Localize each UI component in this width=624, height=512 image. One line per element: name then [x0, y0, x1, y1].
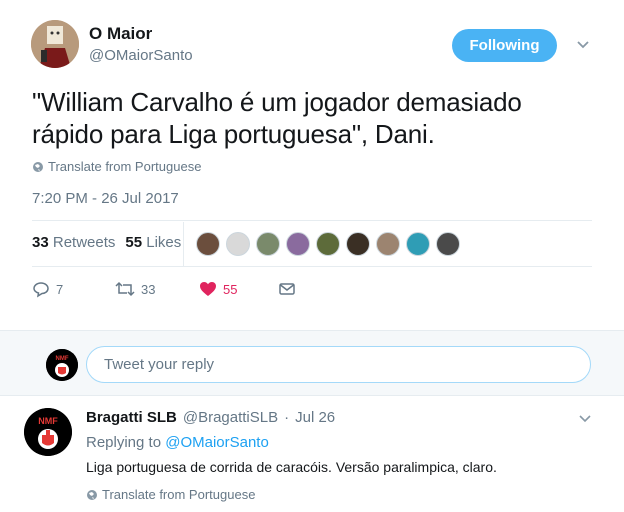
replying-to-link[interactable]: @OMaiorSanto — [165, 434, 269, 451]
retweets-stat[interactable]: 33 Retweets — [32, 234, 115, 251]
reply-composer: NMF Tweet your reply — [0, 330, 624, 396]
liker-avatar[interactable] — [286, 232, 310, 256]
translate-link[interactable]: Translate from Portuguese — [32, 159, 201, 174]
globe-icon — [33, 161, 43, 172]
current-user-avatar[interactable]: NMF — [46, 349, 78, 381]
retweet-action[interactable]: 33 — [115, 280, 199, 298]
reply-input[interactable]: Tweet your reply — [86, 346, 591, 383]
reply-author-avatar[interactable]: NMF — [24, 408, 72, 456]
svg-text:NMF: NMF — [56, 356, 69, 362]
reply-header: Bragatti SLB @BragattiSLB · Jul 26 — [86, 409, 335, 426]
user-avatar[interactable] — [31, 20, 79, 68]
globe-icon — [87, 489, 97, 500]
translate-label[interactable]: Translate from Portuguese — [48, 159, 201, 174]
likes-stat[interactable]: 55 Likes — [125, 234, 181, 251]
avatar-image-icon — [31, 20, 79, 68]
liker-avatar[interactable] — [226, 232, 250, 256]
replying-to: Replying to @OMaiorSanto — [86, 434, 269, 451]
benfica-logo-icon: NMF — [24, 408, 72, 456]
like-count: 55 — [223, 281, 238, 297]
benfica-logo-icon: NMF — [46, 349, 78, 381]
message-action[interactable] — [278, 280, 296, 298]
chevron-down-icon[interactable] — [574, 36, 592, 54]
reply-author-handle[interactable]: @BragattiSLB — [183, 409, 278, 426]
retweet-icon — [115, 281, 135, 297]
reply-date-separator: · — [284, 409, 290, 426]
reply-text: Liga portuguesa de corrida de caracóis. … — [86, 459, 497, 475]
divider — [32, 266, 592, 267]
reply-translate-link[interactable]: Translate from Portuguese — [86, 487, 255, 502]
reply-action[interactable]: 7 — [32, 280, 115, 298]
following-button[interactable]: Following — [452, 29, 557, 62]
likers-list — [196, 232, 460, 256]
chevron-down-icon[interactable] — [577, 411, 593, 427]
liker-avatar[interactable] — [436, 232, 460, 256]
liker-avatar[interactable] — [376, 232, 400, 256]
tweet-timestamp[interactable]: 7:20 PM - 26 Jul 2017 — [32, 190, 179, 207]
heart-icon — [200, 282, 216, 296]
liker-avatar[interactable] — [346, 232, 370, 256]
retweet-count: 33 — [141, 281, 156, 297]
liker-avatar[interactable] — [256, 232, 280, 256]
author-name[interactable]: O Maior — [89, 24, 152, 44]
reply-date[interactable]: Jul 26 — [295, 409, 335, 426]
liker-avatar[interactable] — [406, 232, 430, 256]
reply-tweet: NMF Bragatti SLB @BragattiSLB · Jul 26 R… — [0, 396, 624, 512]
tweet-stats: 33 Retweets 55 Likes — [32, 234, 181, 251]
main-tweet: O Maior @OMaiorSanto Following "William … — [0, 0, 624, 330]
stats-divider — [183, 222, 184, 266]
liker-avatar[interactable] — [316, 232, 340, 256]
tweet-actions: 7 33 55 — [32, 280, 296, 298]
reply-author-name[interactable]: Bragatti SLB — [86, 409, 177, 426]
svg-text:NMF: NMF — [38, 416, 58, 426]
liker-avatar[interactable] — [196, 232, 220, 256]
author-handle[interactable]: @OMaiorSanto — [89, 47, 193, 64]
reply-count: 7 — [56, 281, 64, 297]
envelope-icon — [279, 283, 295, 295]
like-action[interactable]: 55 — [199, 280, 278, 298]
tweet-text: "William Carvalho é um jogador demasiado… — [32, 87, 522, 149]
reply-translate-label[interactable]: Translate from Portuguese — [102, 487, 255, 502]
divider — [32, 220, 592, 221]
reply-icon — [33, 282, 49, 298]
